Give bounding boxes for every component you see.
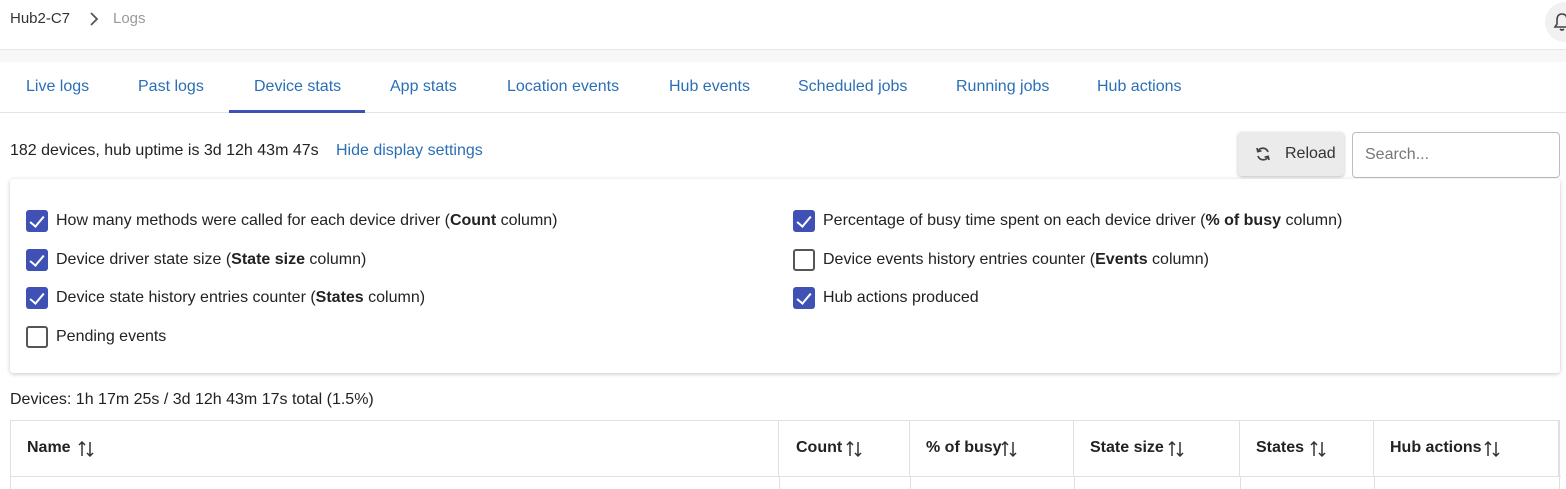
tab-device-stats[interactable]: Device stats — [254, 78, 341, 96]
tab-hub-actions[interactable]: Hub actions — [1097, 78, 1182, 96]
sort-icon — [1001, 440, 1017, 458]
chevron-right-icon — [90, 12, 99, 26]
sort-icon — [78, 440, 94, 458]
devices-time-summary: Devices: 1h 17m 25s / 3d 12h 43m 17s tot… — [10, 391, 374, 408]
tab-running-jobs[interactable]: Running jobs — [956, 78, 1049, 96]
reload-button[interactable]: Reload — [1238, 132, 1344, 176]
checkbox[interactable] — [793, 249, 815, 271]
tab-location-events[interactable]: Location events — [507, 78, 619, 96]
hide-display-settings-link[interactable]: Hide display settings — [336, 142, 483, 160]
column-header-busy[interactable]: % of busy — [910, 421, 1074, 476]
column-header-name[interactable]: Name — [11, 421, 779, 476]
setting-state-size-column[interactable]: Device driver state size (State size col… — [26, 248, 366, 272]
setting-events-column[interactable]: Device events history entries counter (E… — [793, 248, 1209, 272]
display-settings-card: How many methods were called for each de… — [10, 179, 1560, 373]
top-bar: Hub2-C7 Logs — [0, 0, 1566, 50]
table-column-divider — [910, 477, 911, 489]
reload-label: Reload — [1285, 145, 1336, 162]
sort-icon — [1310, 440, 1326, 458]
device-uptime-summary: 182 devices, hub uptime is 3d 12h 43m 47… — [10, 142, 319, 159]
notifications-button[interactable] — [1545, 2, 1566, 42]
table-column-divider — [1374, 477, 1375, 489]
sort-icon — [1484, 440, 1500, 458]
setting-label: How many methods were called for each de… — [56, 212, 558, 229]
column-header-hub-actions[interactable]: Hub actions — [1374, 421, 1559, 476]
column-header-states[interactable]: States — [1240, 421, 1374, 476]
setting-states-column[interactable]: Device state history entries counter (St… — [26, 286, 425, 310]
setting-label: Device state history entries counter (St… — [56, 289, 426, 306]
tab-live-logs[interactable]: Live logs — [26, 78, 89, 96]
checkbox[interactable] — [26, 249, 48, 271]
column-header-count[interactable]: Count — [779, 421, 910, 476]
breadcrumb-page: Logs — [113, 10, 146, 27]
device-stats-table: Name Count % of busy State size States H… — [10, 420, 1561, 489]
setting-label: Pending events — [56, 328, 167, 345]
header-spacer — [0, 50, 1566, 62]
checkbox[interactable] — [793, 287, 815, 309]
tab-past-logs[interactable]: Past logs — [138, 78, 204, 96]
tab-app-stats[interactable]: App stats — [390, 78, 457, 96]
setting-label: Percentage of busy time spent on each de… — [823, 212, 1343, 229]
sort-icon — [846, 440, 862, 458]
column-header-state-size[interactable]: State size — [1074, 421, 1240, 476]
table-header-divider — [11, 476, 1561, 477]
breadcrumb-hub[interactable]: Hub2-C7 — [10, 10, 70, 27]
table-column-divider — [1240, 477, 1241, 489]
bell-icon — [1553, 13, 1566, 31]
setting-pending-events[interactable]: Pending events — [26, 325, 166, 349]
search-input[interactable] — [1352, 132, 1560, 178]
setting-label: Device driver state size (State size col… — [56, 251, 367, 268]
checkbox[interactable] — [26, 287, 48, 309]
checkbox[interactable] — [26, 326, 48, 348]
table-column-divider — [779, 477, 780, 489]
checkbox[interactable] — [26, 210, 48, 232]
setting-busy-column[interactable]: Percentage of busy time spent on each de… — [793, 209, 1342, 233]
setting-label: Device events history entries counter (E… — [823, 251, 1209, 268]
tab-scheduled-jobs[interactable]: Scheduled jobs — [798, 78, 907, 96]
active-tab-indicator — [229, 110, 365, 113]
setting-label: Hub actions produced — [823, 289, 979, 306]
sort-icon — [1168, 440, 1184, 458]
tab-bar: Live logs Past logs Device stats App sta… — [0, 62, 1566, 113]
tab-hub-events[interactable]: Hub events — [669, 78, 750, 96]
checkbox[interactable] — [793, 210, 815, 232]
refresh-icon — [1256, 147, 1270, 161]
setting-count-column[interactable]: How many methods were called for each de… — [26, 209, 558, 233]
table-column-divider — [1074, 477, 1075, 489]
setting-hub-actions[interactable]: Hub actions produced — [793, 286, 979, 310]
